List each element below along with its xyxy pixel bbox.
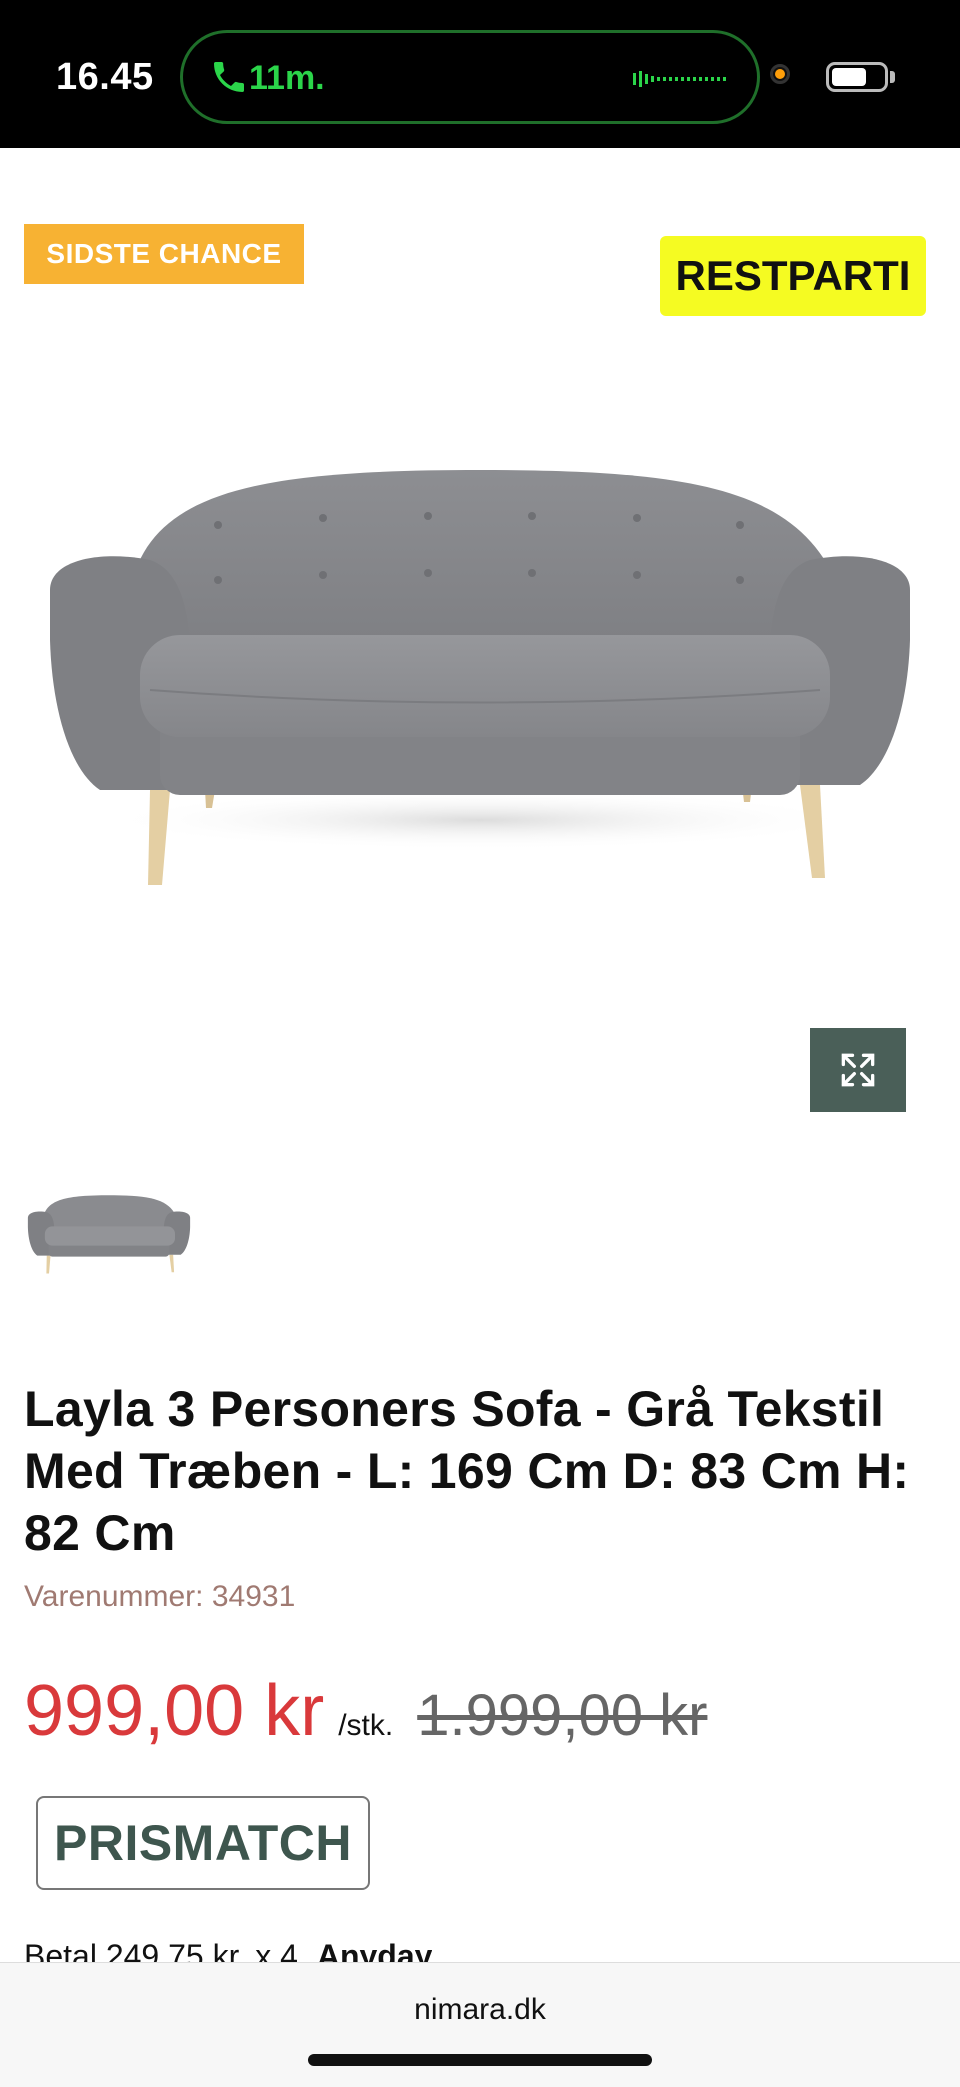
battery-icon bbox=[826, 62, 888, 92]
expand-icon bbox=[841, 1053, 875, 1087]
product-title: Layla 3 Personers Sofa - Grå Tekstil Med… bbox=[24, 1381, 910, 1561]
status-bar: 16.45 11m. bbox=[0, 0, 960, 148]
battery-cap bbox=[890, 71, 895, 83]
call-duration: 11m. bbox=[249, 59, 325, 97]
sale-price: 999,00 kr bbox=[24, 1671, 325, 1751]
installment-text: Betal 249,75 kr. x 4 bbox=[24, 1938, 298, 1962]
sku-number: Varenummer: 34931 bbox=[24, 1580, 296, 1613]
audio-wave-icon bbox=[633, 71, 726, 87]
installment-info[interactable]: Betal 249,75 kr. x 4 Anyday bbox=[24, 1938, 432, 1962]
product-image[interactable] bbox=[40, 440, 920, 900]
status-time: 16.45 bbox=[56, 56, 154, 98]
price-unit: /stk. bbox=[338, 1709, 394, 1742]
phone-icon bbox=[214, 62, 244, 92]
recording-indicator-icon bbox=[770, 64, 790, 84]
home-indicator[interactable] bbox=[308, 2054, 652, 2066]
restparti-badge: RESTPARTI bbox=[660, 236, 926, 316]
product-thumbnail[interactable] bbox=[26, 1188, 192, 1278]
prismatch-button[interactable]: PRISMATCH bbox=[36, 1796, 370, 1890]
anyday-logo: Anyday bbox=[316, 1938, 433, 1962]
original-price: 1.999,00 kr bbox=[417, 1683, 708, 1748]
call-indicator-pill[interactable]: 11m. bbox=[180, 30, 760, 124]
browser-address-bar[interactable]: nimara.dk bbox=[0, 1962, 960, 2087]
sidste-chance-badge: SIDSTE CHANCE bbox=[24, 224, 304, 284]
price-row: 999,00 kr /stk. 1.999,00 kr bbox=[24, 1670, 707, 1760]
expand-image-button[interactable] bbox=[810, 1028, 906, 1112]
url-text[interactable]: nimara.dk bbox=[0, 1993, 960, 2027]
